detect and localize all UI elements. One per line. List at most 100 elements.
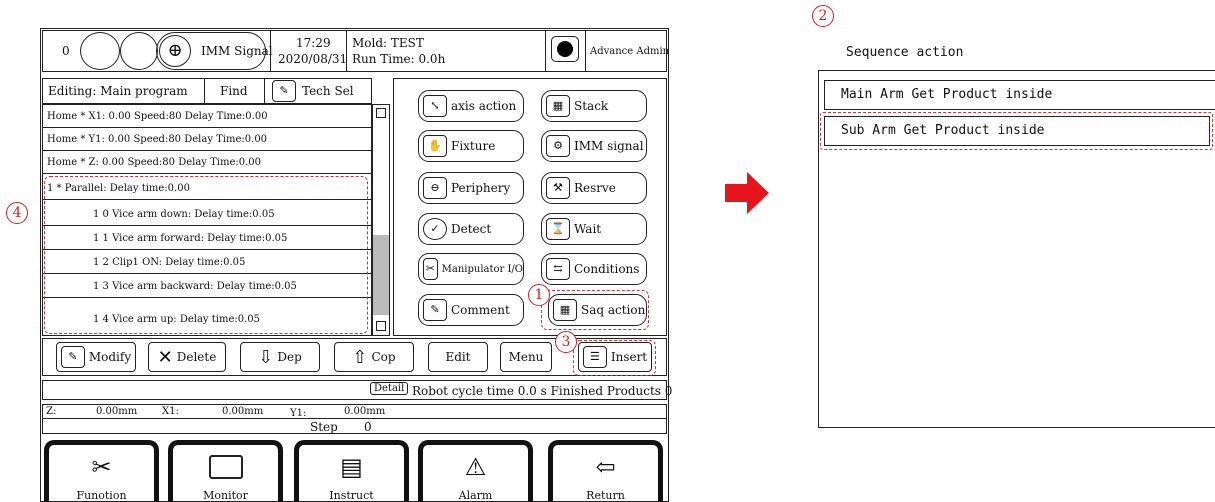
dep-button[interactable]: ⇩ Dep <box>240 342 320 372</box>
warning-icon: ⚠ <box>464 453 487 481</box>
conditions-button[interactable]: ⇆ Conditions <box>541 253 647 285</box>
z-value: 0.00mm <box>96 406 138 417</box>
imm-signal-button[interactable]: ⊕ IMM Signal <box>156 32 273 70</box>
divider <box>42 418 667 419</box>
hourglass-icon: ⌛ <box>546 218 570 240</box>
highlight-insert <box>573 340 656 376</box>
cycle-time: Robot cycle time 0.0 s Finished Products… <box>412 384 673 398</box>
shield-check-icon: ✓ <box>423 218 447 240</box>
fixture-hand-icon: ✋ <box>423 135 447 157</box>
divider <box>585 30 586 72</box>
conditions-label: Conditions <box>574 262 640 276</box>
manipulator-io-label: Manipulator I/O <box>441 263 523 275</box>
highlight-saq-action <box>541 290 649 330</box>
dep-label: Dep <box>277 350 302 364</box>
edit-button[interactable]: Edit <box>428 342 488 372</box>
pencil-note-icon: ✎ <box>423 299 447 321</box>
arrow-down-icon: ⇩ <box>258 346 274 368</box>
nav-instruct[interactable]: ▤ Instruct <box>294 440 409 502</box>
user-level[interactable]: Advance Admin <box>590 46 669 57</box>
scroll-up-arrow-icon[interactable] <box>376 108 386 118</box>
mold-name: Mold: TEST <box>352 36 424 50</box>
detect-button[interactable]: ✓ Detect <box>418 213 524 245</box>
sequence-item[interactable]: Main Arm Get Product inside <box>824 80 1215 110</box>
divider <box>346 30 347 72</box>
nav-return-label: Return <box>586 489 625 502</box>
pencil-note-icon: ✎ <box>272 80 296 102</box>
comment-label: Comment <box>451 303 510 317</box>
cop-button[interactable]: ⇧ Cop <box>334 342 414 372</box>
divider <box>204 78 205 104</box>
monitor-icon <box>204 451 248 483</box>
find-button[interactable]: Find <box>220 84 248 98</box>
tech-sel-button[interactable]: ✎ Tech Sel <box>268 80 372 102</box>
manipulator-io-button[interactable]: ✂ Manipulator I/O <box>418 253 524 285</box>
nav-instruct-label: Instruct <box>329 489 374 502</box>
record-button[interactable] <box>551 36 579 62</box>
fixture-label: Fixture <box>451 139 496 153</box>
indicator-light-1 <box>80 32 120 70</box>
detail-button[interactable]: Detail <box>370 382 409 395</box>
step-value: 0 <box>364 420 372 434</box>
axis-action-label: axis action <box>451 99 517 113</box>
delete-label: Delete <box>176 350 217 364</box>
nav-alarm[interactable]: ⚠ Alarm <box>418 440 533 502</box>
stack-button[interactable]: ▦ Stack <box>541 90 647 122</box>
wait-label: Wait <box>574 222 602 236</box>
wrench-screwdriver-icon: ✂ <box>91 453 112 481</box>
wait-button[interactable]: ⌛ Wait <box>541 213 647 245</box>
y1-value: 0.00mm <box>344 406 386 417</box>
modify-label: Modify <box>88 350 132 364</box>
marker-4: 4 <box>6 202 28 224</box>
modify-button[interactable]: ✎ Modify <box>56 342 136 372</box>
comment-button[interactable]: ✎ Comment <box>418 294 524 326</box>
marker-2: 2 <box>812 5 834 27</box>
counter-value: 0 <box>62 44 70 58</box>
indicator-light-2 <box>120 32 158 70</box>
divider <box>270 30 271 72</box>
delete-x-icon: ✕ <box>157 346 173 368</box>
return-arrow-icon: ⇦ <box>595 453 616 481</box>
periphery-icon: ⊖ <box>423 177 447 199</box>
reserve-button[interactable]: ⚒ Resrve <box>541 172 647 204</box>
program-row[interactable]: Home * X1: 0.00 Speed:80 Delay Time:0.00 <box>43 105 373 128</box>
highlight-sequence-item <box>820 112 1213 150</box>
pencil-note-icon: ✎ <box>60 346 85 368</box>
x1-value: 0.00mm <box>222 406 264 417</box>
stack-label: Stack <box>574 99 609 113</box>
nav-return[interactable]: ⇦ Return <box>548 440 663 502</box>
machine-icon: ⚙ <box>546 135 570 157</box>
highlight-parallel-block <box>44 176 368 334</box>
program-row[interactable]: Home * Y1: 0.00 Speed:80 Delay Time:0.00 <box>43 128 373 151</box>
sequence-title: Sequence action <box>846 45 964 60</box>
divider <box>264 78 265 104</box>
imm-signal-action-button[interactable]: ⚙ IMM signal <box>541 130 647 162</box>
robot-arm-icon: ⚒ <box>546 177 570 199</box>
red-arrow-icon <box>725 172 769 214</box>
reserve-label: Resrve <box>574 181 616 195</box>
axis-icon: ⤡ <box>423 95 447 117</box>
scroll-down-arrow-icon[interactable] <box>376 321 386 331</box>
imm-signal-label: IMM Signal <box>201 44 273 58</box>
nav-alarm-label: Alarm <box>458 489 493 502</box>
editing-label: Editing: Main program <box>48 84 188 98</box>
delete-button[interactable]: ✕ Delete <box>148 342 226 372</box>
nav-monitor-label: Monitor <box>203 489 248 502</box>
scroll-thumb[interactable] <box>373 235 389 315</box>
arrow-up-icon: ⇧ <box>352 346 368 368</box>
nav-monitor[interactable]: Monitor <box>168 440 283 502</box>
record-dot-icon <box>557 41 573 57</box>
cop-label: Cop <box>371 350 396 364</box>
menu-button[interactable]: Menu <box>500 342 552 372</box>
program-row[interactable]: Home * Z: 0.00 Speed:80 Delay Time:0.00 <box>43 151 373 174</box>
clock-date: 2020/08/31 <box>278 52 348 66</box>
axis-action-button[interactable]: ⤡ axis action <box>418 90 524 122</box>
clock-time: 17:29 <box>296 36 331 50</box>
conditions-icon: ⇆ <box>546 258 570 280</box>
scrollbar[interactable] <box>372 104 390 336</box>
tech-sel-label: Tech Sel <box>302 84 354 98</box>
imm-signal-action-label: IMM signal <box>574 139 644 153</box>
periphery-button[interactable]: ⊖ Periphery <box>418 172 524 204</box>
fixture-button[interactable]: ✋ Fixture <box>418 130 524 162</box>
nav-function[interactable]: ✂ Funotion <box>44 440 159 502</box>
